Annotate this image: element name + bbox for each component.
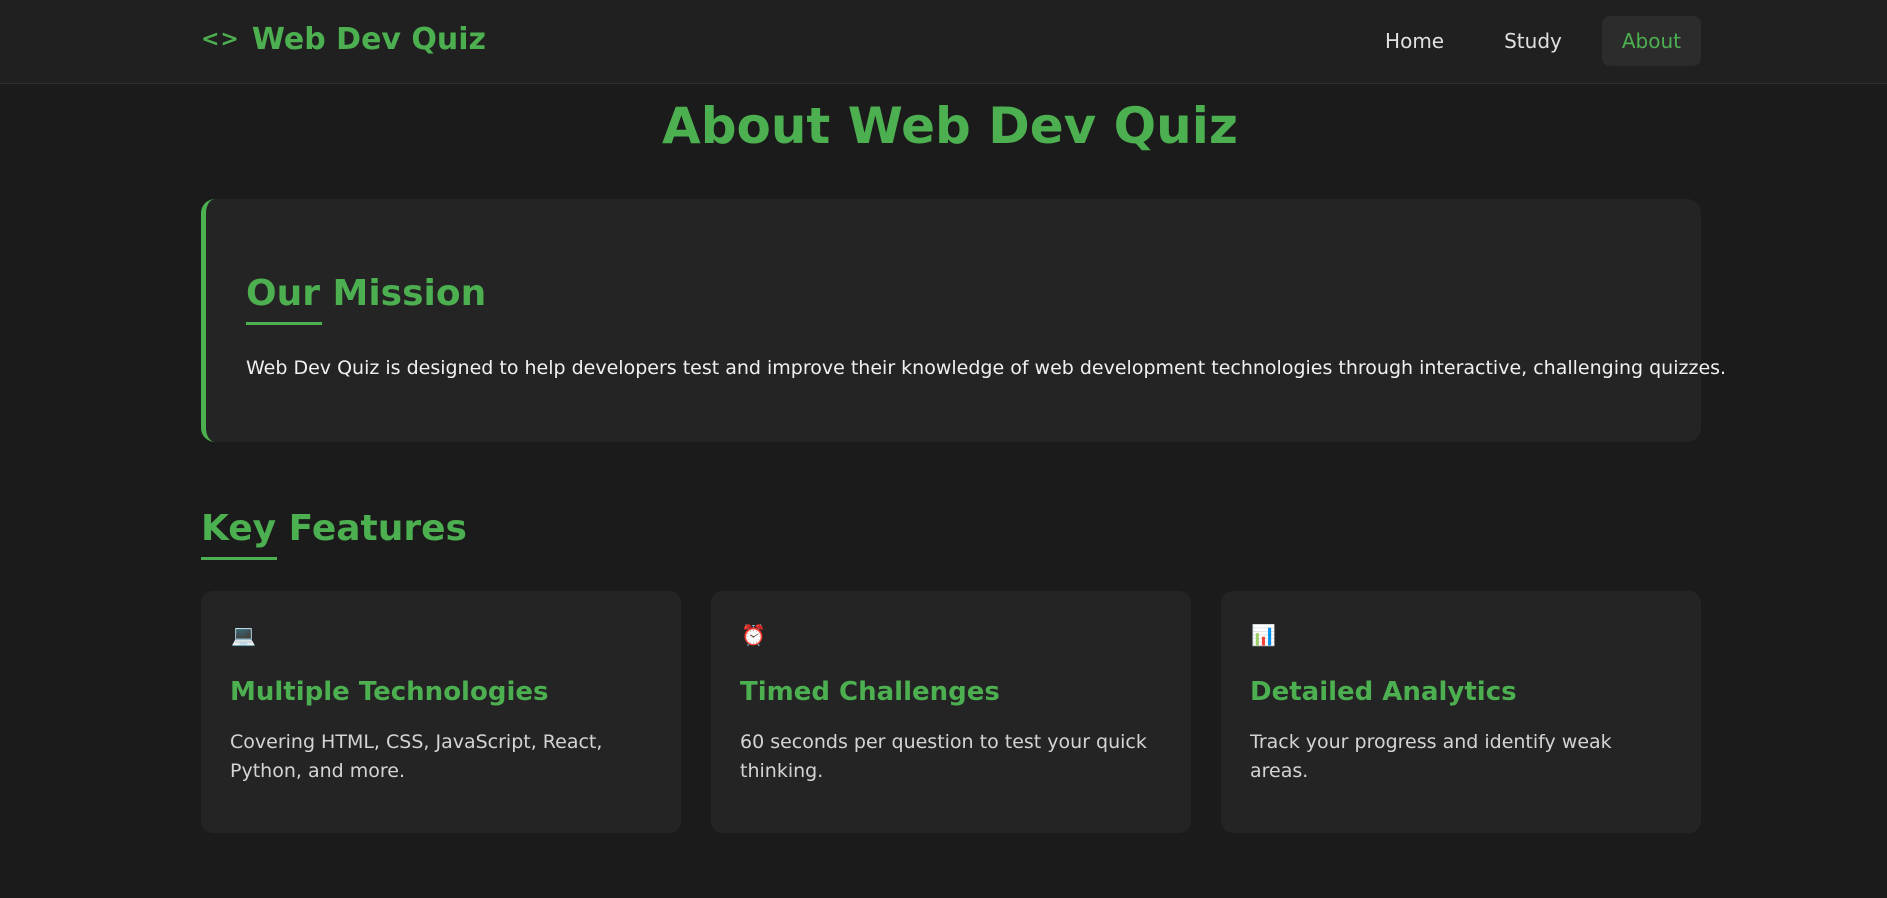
brand-logo-link[interactable]: <> Web Dev Quiz <box>201 22 486 57</box>
feature-description: 60 seconds per question to test your qui… <box>740 731 1147 782</box>
features-heading: Key Features <box>201 508 467 549</box>
feature-title: Timed Challenges <box>740 677 1000 707</box>
features-heading-underline <box>201 557 277 560</box>
laptop-icon: 💻 <box>231 623 256 647</box>
brand-title: Web Dev Quiz <box>251 22 487 57</box>
alarm-clock-icon: ⏰ <box>741 623 766 647</box>
nav-link-home[interactable]: Home <box>1365 16 1464 66</box>
mission-card: Our Mission Web Dev Quiz is designed to … <box>201 199 1726 442</box>
mission-text: Web Dev Quiz is designed to help develop… <box>246 357 1727 379</box>
feature-title: Multiple Technologies <box>230 677 549 707</box>
nav-link-about[interactable]: About <box>1601 16 1701 66</box>
feature-card-multiple-technologies: 💻 Multiple Technologies Covering HTML, C… <box>201 591 681 833</box>
mission-heading: Our Mission <box>246 273 487 314</box>
feature-description: Covering HTML, CSS, JavaScript, React, P… <box>230 731 603 782</box>
top-navbar: <> Web Dev Quiz Home Study About <box>0 0 1887 84</box>
page-title: About Web Dev Quiz <box>662 97 1238 155</box>
feature-description: Track your progress and identify weak ar… <box>1250 731 1612 782</box>
feature-card-detailed-analytics: 📊 Detailed Analytics Track your progress… <box>1221 591 1701 833</box>
nav-link-study[interactable]: Study <box>1484 16 1582 66</box>
bar-chart-icon: 📊 <box>1251 623 1276 647</box>
feature-card-timed-challenges: ⏰ Timed Challenges 60 seconds per questi… <box>711 591 1191 833</box>
mission-heading-underline <box>246 322 322 325</box>
nav-links: Home Study About <box>1365 16 1701 66</box>
code-brackets-icon: <> <box>201 27 240 52</box>
feature-title: Detailed Analytics <box>1250 677 1517 707</box>
